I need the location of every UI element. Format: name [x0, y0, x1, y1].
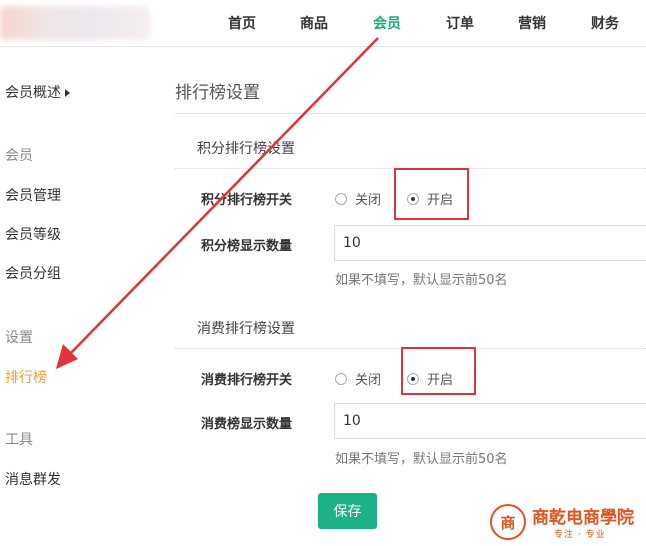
points-section-title: 积分排行榜设置	[197, 141, 295, 157]
caret-right-icon	[65, 89, 70, 97]
spend-on-highlight-box	[401, 347, 476, 395]
spend-count-label: 消费榜显示数量	[201, 417, 293, 432]
nav-marketing[interactable]: 营销	[518, 13, 546, 33]
nav-products[interactable]: 商品	[300, 13, 328, 33]
points-on-highlight-box	[394, 168, 469, 220]
points-radio-off-label: 关闭	[355, 193, 382, 208]
save-button[interactable]: 保存	[318, 493, 377, 529]
title-divider	[175, 113, 646, 114]
sidebar: 会员概述 会员 会员管理 会员等级 会员分组 设置 排行榜 工具 消息群发	[0, 47, 150, 546]
nav-orders[interactable]: 订单	[446, 13, 474, 33]
nav-finance[interactable]: 财务	[591, 13, 619, 33]
sidebar-item-overview[interactable]: 会员概述	[5, 82, 70, 102]
radio-unchecked-icon	[335, 372, 347, 385]
points-count-label: 积分榜显示数量	[201, 239, 293, 254]
sidebar-category-settings: 设置	[5, 330, 33, 346]
spend-switch-label: 消费排行榜开关	[201, 373, 293, 388]
sidebar-category-tools: 工具	[5, 432, 33, 448]
spend-radio-off[interactable]: 关闭	[335, 369, 381, 388]
sidebar-item-member-group[interactable]: 会员分组	[5, 263, 61, 283]
top-navbar: 首页 商品 会员 订单 营销 财务	[0, 0, 646, 47]
watermark-emblem-icon: 商	[490, 504, 526, 540]
sidebar-item-label: 会员概述	[5, 85, 61, 101]
sidebar-category-member: 会员	[5, 148, 33, 164]
spend-count-input[interactable]	[334, 403, 646, 439]
sidebar-item-member-manage[interactable]: 会员管理	[5, 185, 61, 205]
points-radio-off[interactable]: 关闭	[335, 189, 381, 208]
spend-section-title: 消费排行榜设置	[197, 321, 295, 337]
points-count-hint: 如果不填写，默认显示前50名	[335, 273, 508, 288]
sidebar-item-mass-message[interactable]: 消息群发	[5, 469, 61, 489]
radio-unchecked-icon	[335, 192, 347, 205]
sidebar-item-ranking[interactable]: 排行榜	[5, 367, 47, 387]
watermark-subtitle: 专注 · 专业	[554, 530, 606, 540]
spend-count-hint: 如果不填写，默认显示前50名	[335, 452, 508, 467]
watermark-logo: 商 商乾电商學院 专注 · 专业	[488, 500, 646, 546]
sidebar-item-member-level[interactable]: 会员等级	[5, 224, 61, 244]
points-switch-label: 积分排行榜开关	[201, 193, 293, 208]
nav-members[interactable]: 会员	[373, 13, 401, 33]
points-count-input[interactable]	[334, 225, 646, 261]
page-title: 排行榜设置	[175, 83, 260, 103]
blurred-logo	[0, 6, 150, 40]
nav-home[interactable]: 首页	[228, 13, 256, 33]
spend-radio-off-label: 关闭	[355, 373, 382, 388]
watermark-name: 商乾电商學院	[532, 508, 634, 528]
